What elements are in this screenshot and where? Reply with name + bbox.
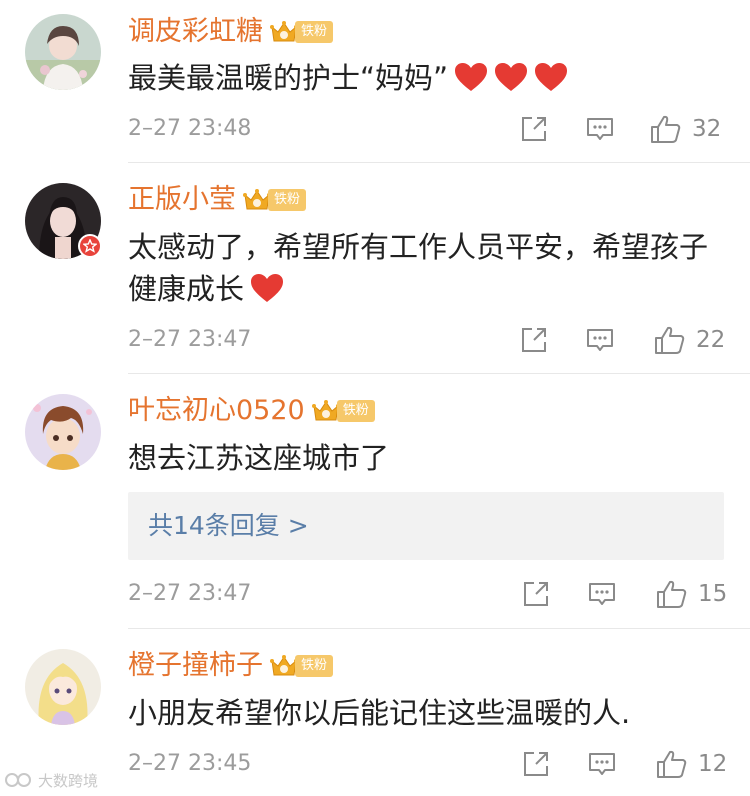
username[interactable]: 正版小莹	[128, 183, 236, 217]
comment-text-content: 想去江苏这座城市了	[128, 441, 390, 475]
comment-time: 2–27 23:47	[128, 581, 252, 606]
like-button[interactable]: 32	[650, 114, 721, 144]
fan-badge-label: 铁粉	[268, 189, 307, 211]
username[interactable]: 调皮彩虹糖	[128, 15, 263, 49]
heart-emoji-icon	[250, 273, 284, 303]
comment-icon	[589, 753, 615, 775]
comment-meta: 2–27 23:45 12	[128, 749, 727, 779]
thumbs-up-icon	[657, 580, 687, 608]
heart-emoji-icon	[534, 62, 568, 92]
comment-text-content: 小朋友希望你以后能记住这些温暖的人.	[128, 696, 631, 730]
reply-button[interactable]	[588, 749, 616, 779]
like-count: 22	[696, 327, 726, 353]
heart-emoji-icon	[454, 62, 488, 92]
avatar[interactable]	[25, 649, 101, 725]
share-icon	[524, 752, 548, 776]
like-button[interactable]: 15	[656, 579, 727, 609]
like-button[interactable]: 22	[654, 325, 725, 355]
like-count: 15	[698, 581, 728, 607]
comment-text: 最美最温暖的护士“妈妈”	[128, 57, 728, 99]
share-button[interactable]	[520, 325, 548, 355]
view-replies-link[interactable]: 共14条回复 >	[128, 492, 724, 560]
fan-badge-label: 铁粉	[295, 21, 334, 43]
comment-meta: 2–27 23:48 32	[128, 114, 724, 144]
comment-icon	[587, 118, 613, 140]
comment-time: 2–27 23:45	[128, 751, 252, 776]
fan-badge: 铁粉	[311, 399, 375, 423]
fan-badge: 铁粉	[242, 188, 307, 212]
comment-text: 想去江苏这座城市了	[128, 437, 728, 479]
reply-button[interactable]	[586, 325, 614, 355]
comment-icon	[589, 583, 615, 605]
comment-time: 2–27 23:48	[128, 116, 252, 141]
comment-meta: 2–27 23:47 22	[128, 325, 725, 355]
fan-badge-label: 铁粉	[336, 400, 375, 422]
watermark-text: 大数跨境	[38, 771, 99, 790]
view-replies-label: 共14条回复 >	[148, 511, 309, 540]
thumbs-up-icon	[655, 326, 685, 354]
comment-icon	[587, 329, 613, 351]
like-button[interactable]: 12	[656, 749, 727, 779]
comment-time: 2–27 23:47	[128, 327, 252, 352]
watermark: 大数跨境	[4, 768, 98, 792]
comment-item: 叶忘初心0520 铁粉 想去江苏这座城市了 共14条回复 > 2–27 23:4…	[0, 374, 750, 628]
username[interactable]: 橙子撞柿子	[128, 649, 263, 683]
share-icon	[522, 117, 546, 141]
fan-badge: 铁粉	[269, 654, 334, 678]
share-icon	[522, 328, 546, 352]
thumbs-up-icon	[657, 750, 687, 778]
fan-badge-label: 铁粉	[295, 655, 334, 677]
username[interactable]: 叶忘初心0520	[128, 394, 305, 428]
share-icon	[524, 582, 548, 606]
comment-item: 调皮彩虹糖 铁粉 最美最温暖的护士“妈妈” 2–27 23:48 32	[0, 0, 750, 162]
avatar[interactable]	[25, 394, 101, 470]
comment-text-content: 太感动了，希望所有工作人员平安，希望孩子健康成长	[128, 230, 709, 306]
like-count: 32	[692, 116, 722, 142]
avatar[interactable]	[25, 14, 101, 90]
share-button[interactable]	[520, 114, 548, 144]
comment-meta: 2–27 23:47 15	[128, 579, 727, 609]
comment-item: 正版小莹 铁粉 太感动了，希望所有工作人员平安，希望孩子健康成长 2–27 23…	[0, 163, 750, 373]
comment-item: 橙子撞柿子 铁粉 小朋友希望你以后能记住这些温暖的人. 2–27 23:45 1…	[0, 629, 750, 796]
reply-button[interactable]	[586, 114, 614, 144]
comment-text: 小朋友希望你以后能记住这些温暖的人.	[128, 692, 728, 734]
fan-badge: 铁粉	[269, 20, 334, 44]
like-count: 12	[698, 751, 728, 777]
comment-text: 太感动了，希望所有工作人员平安，希望孩子健康成长	[128, 226, 708, 310]
reply-button[interactable]	[588, 579, 616, 609]
comment-text-content: 最美最温暖的护士“妈妈”	[128, 61, 449, 95]
watermark-logo-icon	[5, 773, 31, 787]
heart-emoji-icon	[494, 62, 528, 92]
share-button[interactable]	[522, 579, 550, 609]
verified-badge-icon	[78, 234, 102, 258]
share-button[interactable]	[522, 749, 550, 779]
thumbs-up-icon	[651, 115, 681, 143]
